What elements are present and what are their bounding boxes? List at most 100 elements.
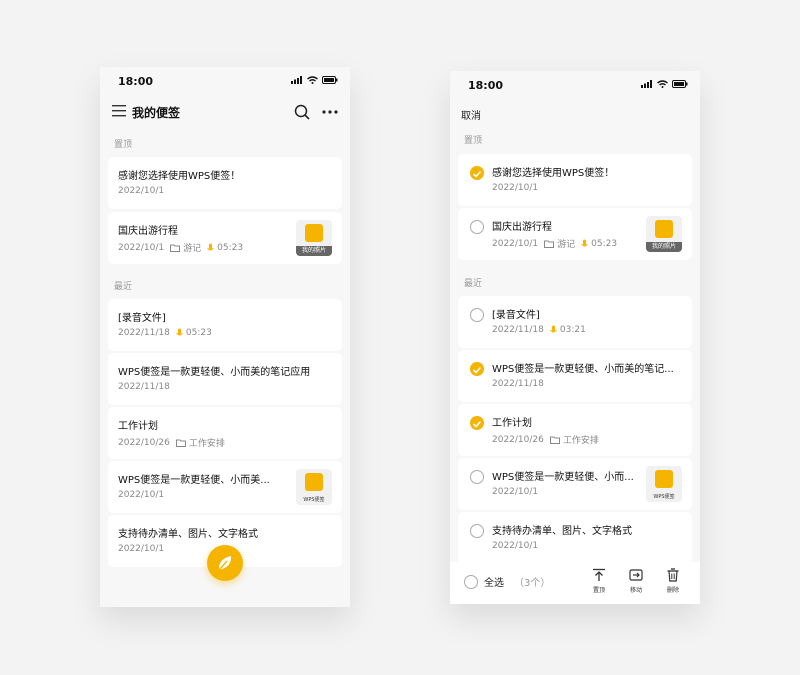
status-bar: 18:00 bbox=[450, 71, 700, 99]
wifi-icon bbox=[307, 76, 318, 84]
pin-button[interactable]: 置顶 bbox=[587, 568, 611, 594]
note-card[interactable]: 支持待办清单、图片、文字格式 2022/10/1 bbox=[458, 512, 692, 564]
note-title: 国庆出游行程 bbox=[118, 226, 178, 237]
note-thumbnail: 我的照片 bbox=[296, 220, 332, 256]
note-folder: 工作安排 bbox=[549, 433, 599, 446]
note-meta: 2022/10/1 游记 05:23 bbox=[492, 237, 617, 251]
note-card[interactable]: [录音文件] 2022/11/18 03:21 bbox=[458, 296, 692, 348]
folder-icon bbox=[549, 436, 560, 444]
status-bar: 18:00 bbox=[100, 67, 350, 95]
check-icon[interactable] bbox=[470, 166, 484, 180]
note-meta: 2022/10/1 bbox=[118, 544, 164, 554]
note-select-screen: 18:00 取消 置顶 感谢您选择使用WPS便签！ 2022/10/1 国庆出游… bbox=[450, 71, 700, 604]
note-card[interactable]: 国庆出游行程 2022/10/1 游记 05:23 我的照片 bbox=[108, 212, 342, 264]
note-title: 感谢您选择使用WPS便签！ bbox=[118, 171, 241, 182]
note-date: 2022/11/18 bbox=[492, 325, 544, 335]
status-time: 18:00 bbox=[118, 75, 154, 88]
search-icon[interactable] bbox=[294, 104, 310, 120]
new-note-button[interactable] bbox=[207, 545, 243, 581]
note-card[interactable]: WPS便签是一款更轻便、小而美的笔记... 2022/11/18 bbox=[458, 350, 692, 402]
select-all-label: 全选 bbox=[484, 578, 504, 589]
note-card[interactable]: 工作计划 2022/10/26 工作安排 bbox=[458, 404, 692, 456]
page-title: 我的便签 bbox=[132, 106, 181, 120]
note-folder: 游记 bbox=[544, 237, 575, 250]
note-date: 2022/11/18 bbox=[118, 382, 170, 392]
delete-button[interactable]: 删除 bbox=[661, 568, 685, 594]
note-title: [录音文件] bbox=[492, 310, 540, 321]
note-date: 2022/10/1 bbox=[118, 544, 165, 554]
note-date: 2022/10/26 bbox=[118, 437, 170, 448]
section-pinned: 置顶 bbox=[464, 136, 483, 146]
check-icon[interactable] bbox=[470, 362, 484, 376]
note-meta: 2022/11/18 05:23 bbox=[118, 328, 212, 338]
more-icon[interactable] bbox=[322, 104, 338, 120]
mic-icon bbox=[549, 325, 557, 333]
trash-icon bbox=[667, 568, 679, 582]
note-date: 2022/10/1 bbox=[492, 183, 539, 193]
status-icons bbox=[291, 76, 338, 84]
note-meta: 2022/10/26 工作安排 bbox=[492, 433, 599, 447]
check-icon bbox=[464, 574, 478, 589]
note-thumbnail: WPS便签 bbox=[646, 466, 682, 502]
section-recent: 最近 bbox=[464, 279, 483, 289]
status-time: 18:00 bbox=[468, 79, 504, 92]
menu-icon[interactable] bbox=[112, 105, 126, 117]
note-meta: 2022/10/26 工作安排 bbox=[118, 436, 225, 450]
note-title: 工作计划 bbox=[492, 418, 532, 429]
check-icon[interactable] bbox=[470, 308, 484, 322]
note-list-screen: 18:00 我的便签 置顶 感谢您选择使用WPS便签！ 2022/10/1 国庆… bbox=[100, 67, 350, 607]
note-date: 2022/10/1 bbox=[118, 186, 165, 196]
leaf-icon bbox=[655, 470, 673, 488]
note-card[interactable]: 感谢您选择使用WPS便签！ 2022/10/1 bbox=[108, 157, 342, 209]
note-title: 国庆出游行程 bbox=[492, 222, 552, 233]
move-icon bbox=[629, 569, 643, 581]
note-meta: 2022/10/1 bbox=[492, 541, 538, 551]
pin-icon bbox=[593, 568, 605, 581]
mic-icon bbox=[207, 243, 215, 250]
note-meta: 2022/11/18 bbox=[492, 379, 544, 389]
note-card[interactable]: WPS便签是一款更轻便、小而... 2022/10/1 WPS便签 bbox=[458, 458, 692, 510]
note-card[interactable]: WPS便签是一款更轻便、小而美的笔记应用 2022/11/18 bbox=[108, 353, 342, 405]
check-icon[interactable] bbox=[470, 470, 484, 484]
note-card[interactable]: [录音文件] 2022/11/18 05:23 bbox=[108, 299, 342, 351]
note-date: 2022/10/1 bbox=[118, 242, 165, 253]
move-button[interactable]: 移动 bbox=[624, 568, 648, 594]
check-icon[interactable] bbox=[470, 416, 484, 430]
note-meta: 2022/10/1 bbox=[492, 183, 538, 193]
note-title: 感谢您选择使用WPS便签！ bbox=[492, 168, 615, 179]
note-title: 支持待办清单、图片、文字格式 bbox=[118, 529, 258, 540]
select-all-button[interactable]: 全选 （3个） bbox=[464, 574, 550, 589]
note-title: WPS便签是一款更轻便、小而... bbox=[492, 472, 634, 483]
note-meta: 2022/11/18 03:21 bbox=[492, 325, 586, 335]
thumb-caption: WPS便签 bbox=[303, 497, 325, 503]
wifi-icon bbox=[657, 80, 668, 88]
note-date: 2022/11/18 bbox=[118, 328, 170, 338]
check-icon[interactable] bbox=[470, 220, 484, 234]
note-title: WPS便签是一款更轻便、小而美的笔记应用 bbox=[118, 367, 311, 378]
note-card[interactable]: 国庆出游行程 2022/10/1 游记 05:23 我的照片 bbox=[458, 208, 692, 260]
note-title: 工作计划 bbox=[118, 421, 158, 432]
folder-icon bbox=[544, 240, 555, 248]
note-audio: 05:23 bbox=[207, 243, 243, 253]
check-icon[interactable] bbox=[470, 524, 484, 538]
note-card[interactable]: 感谢您选择使用WPS便签！ 2022/10/1 bbox=[458, 154, 692, 206]
selected-count: （3个） bbox=[514, 578, 551, 589]
leaf-icon bbox=[305, 224, 323, 242]
cancel-button[interactable]: 取消 bbox=[461, 107, 481, 122]
note-date: 2022/10/26 bbox=[492, 434, 544, 445]
note-title: 支持待办清单、图片、文字格式 bbox=[492, 526, 632, 537]
selection-toolbar: 全选 （3个） 置顶 移动 删除 bbox=[450, 562, 700, 604]
note-card[interactable]: WPS便签是一款更轻便、小而美... 2022/10/1 WPS便签 bbox=[108, 461, 342, 513]
app-header: 我的便签 bbox=[100, 99, 350, 125]
note-card[interactable]: 工作计划 2022/10/26 工作安排 bbox=[108, 407, 342, 459]
status-icons bbox=[641, 80, 688, 88]
battery-icon bbox=[322, 76, 338, 84]
mic-icon bbox=[581, 239, 589, 246]
note-meta: 2022/10/1 bbox=[118, 490, 164, 500]
section-recent: 最近 bbox=[114, 282, 133, 292]
note-meta: 2022/11/18 bbox=[118, 382, 170, 392]
note-date: 2022/10/1 bbox=[492, 487, 539, 497]
note-meta: 2022/10/1 bbox=[118, 186, 164, 196]
note-date: 2022/10/1 bbox=[492, 541, 539, 551]
thumb-label: 我的照片 bbox=[296, 246, 332, 256]
